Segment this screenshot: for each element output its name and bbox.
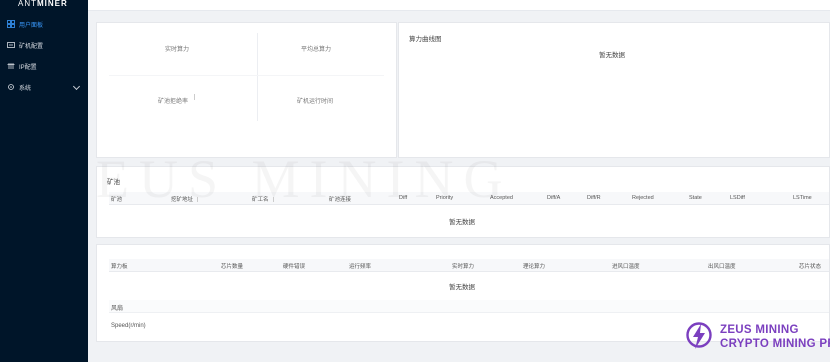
boards-empty-text: 暂无数据 bbox=[449, 284, 475, 291]
fan-row: 风扇 bbox=[109, 300, 829, 313]
column-header: 算力板 bbox=[111, 264, 128, 270]
brand-line-2: CRYPTO MINING PRO bbox=[720, 338, 830, 350]
sidebar-item-ip-config[interactable]: IP配置 bbox=[0, 58, 88, 74]
realtime-hashrate-label: 实时算力 bbox=[165, 47, 190, 53]
sidebar: ANTMINER 用户面板 矿机配置 IP配置 系统 bbox=[0, 0, 88, 362]
fan-label: 风扇 bbox=[111, 306, 124, 312]
system-icon bbox=[8, 84, 14, 90]
chevron-down-icon[interactable] bbox=[72, 82, 81, 91]
dashboard-icon bbox=[7, 20, 15, 28]
column-header: 理论算力 bbox=[523, 264, 546, 270]
column-header: Rejected bbox=[632, 195, 654, 201]
top-header-bar bbox=[88, 0, 830, 11]
lightning-bolt-icon bbox=[686, 322, 712, 349]
column-header: Diff/A bbox=[547, 195, 561, 201]
chart-empty-text: 暂无数据 bbox=[599, 52, 625, 59]
miner-uptime-label: 矿机运行时间 bbox=[297, 99, 334, 105]
network-icon bbox=[7, 63, 15, 69]
sidebar-item-label: 用户面板 bbox=[19, 22, 44, 29]
column-header: 硬件错误 bbox=[283, 264, 306, 270]
miner-config-icon bbox=[7, 42, 15, 48]
column-header: 出风口温度 bbox=[708, 264, 736, 270]
column-header: 进风口温度 bbox=[612, 264, 640, 270]
app-logo: ANTMINER bbox=[18, 0, 68, 8]
column-header: 芯片数量 bbox=[221, 264, 244, 270]
sidebar-item-label: 矿机配置 bbox=[19, 43, 44, 50]
column-header: 芯片状态 bbox=[799, 264, 822, 270]
column-header: State bbox=[689, 195, 702, 201]
sidebar-item-miner-config[interactable]: 矿机配置 bbox=[0, 37, 88, 53]
watermark: EUS MINING bbox=[96, 149, 513, 209]
stats-card: 实时算力 平均总算力 矿池拒绝率 矿机运行时间 bbox=[96, 22, 397, 158]
column-header: LSTime bbox=[793, 195, 812, 201]
column-header: Diff/R bbox=[587, 195, 601, 201]
brand-line-1: ZEUS MINING bbox=[720, 324, 799, 336]
fan-speed-label: Speed(r/min) bbox=[111, 323, 146, 329]
pool-reject-rate-label: 矿池拒绝率 bbox=[158, 99, 189, 105]
sidebar-item-label: IP配置 bbox=[19, 64, 37, 71]
boards-table-header: 算力板 芯片数量 硬件错误 运行频率 实时算力 理论算力 进风口温度 出风口温度… bbox=[109, 259, 829, 272]
stats-divider bbox=[257, 33, 258, 121]
stats-divider bbox=[109, 75, 384, 76]
column-header: 实时算力 bbox=[452, 264, 475, 270]
sidebar-item-system[interactable]: 系统 bbox=[0, 79, 88, 95]
pools-empty-text: 暂无数据 bbox=[449, 219, 475, 226]
hashrate-chart-card: 算力曲线图 暂无数据 bbox=[398, 22, 830, 158]
column-header: 运行频率 bbox=[349, 264, 372, 270]
sidebar-item-label: 系统 bbox=[19, 85, 32, 92]
avg-hashrate-label: 平均总算力 bbox=[301, 47, 332, 53]
chart-title: 算力曲线图 bbox=[409, 36, 442, 43]
sidebar-item-dashboard[interactable]: 用户面板 bbox=[0, 16, 88, 32]
info-divider bbox=[194, 94, 195, 100]
column-header: LSDiff bbox=[730, 195, 745, 201]
zeus-mining-brand-logo: ZEUS MINING CRYPTO MINING PRO bbox=[686, 321, 830, 355]
